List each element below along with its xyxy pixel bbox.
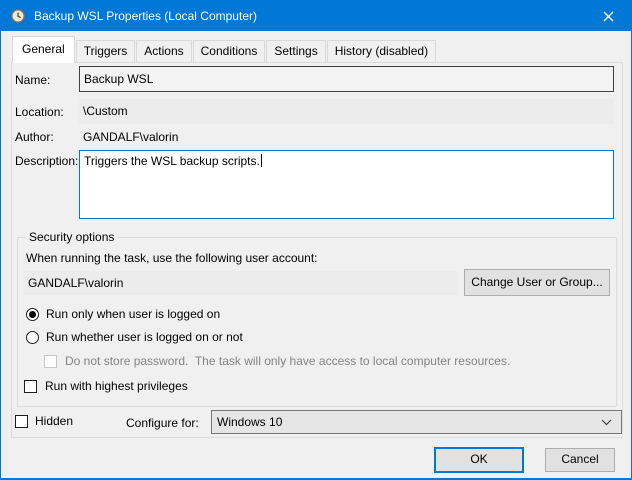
tab-triggers-label: Triggers xyxy=(84,44,128,58)
tab-conditions-label: Conditions xyxy=(201,44,258,58)
ok-button-label: OK xyxy=(470,452,487,466)
tab-actions-label: Actions xyxy=(144,44,183,58)
tab-triggers[interactable]: Triggers xyxy=(76,40,136,62)
task-scheduler-clock-icon xyxy=(10,8,26,24)
tab-strip: General Triggers Actions Conditions Sett… xyxy=(12,36,437,62)
title-bar: Backup WSL Properties (Local Computer) xyxy=(1,1,631,31)
cancel-button[interactable]: Cancel xyxy=(545,448,615,472)
tab-history[interactable]: History (disabled) xyxy=(327,40,436,62)
tab-settings-label: Settings xyxy=(274,44,317,58)
tab-history-label: History (disabled) xyxy=(335,44,428,58)
tab-general[interactable]: General xyxy=(12,36,75,63)
tab-page-general xyxy=(11,62,623,438)
close-icon xyxy=(603,11,614,22)
tab-actions[interactable]: Actions xyxy=(136,40,191,62)
close-button[interactable] xyxy=(586,1,631,31)
tab-general-label: General xyxy=(22,42,65,56)
tab-conditions[interactable]: Conditions xyxy=(193,40,266,62)
cancel-button-label: Cancel xyxy=(561,452,598,466)
dialog-window: Backup WSL Properties (Local Computer) G… xyxy=(0,0,632,480)
tab-settings[interactable]: Settings xyxy=(266,40,325,62)
window-title: Backup WSL Properties (Local Computer) xyxy=(34,1,257,31)
ok-button[interactable]: OK xyxy=(434,447,524,473)
